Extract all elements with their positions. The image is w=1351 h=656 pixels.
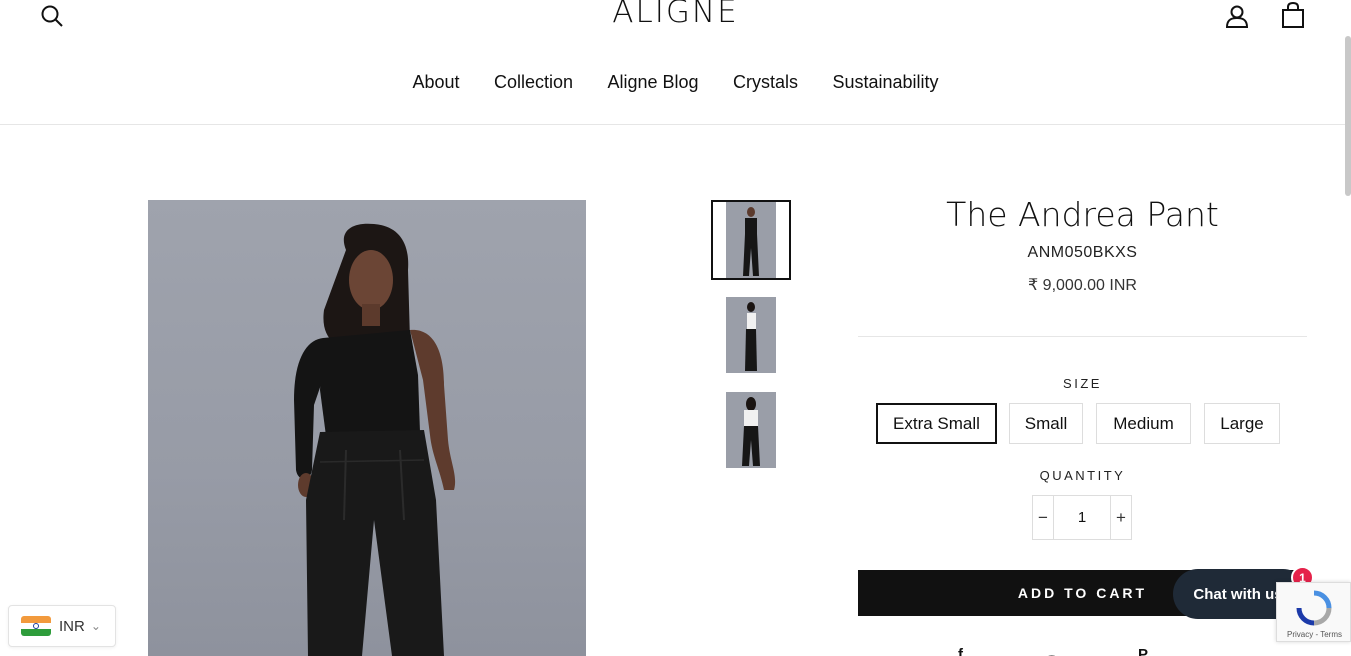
nav-item-sustainability[interactable]: Sustainability xyxy=(832,72,938,93)
divider xyxy=(858,336,1307,337)
nav-item-about[interactable]: About xyxy=(412,72,459,93)
size-option-medium[interactable]: Medium xyxy=(1096,403,1191,444)
thumbnail-3[interactable] xyxy=(726,392,776,468)
quantity-input[interactable] xyxy=(1054,496,1110,539)
quantity-minus-button[interactable]: − xyxy=(1033,496,1054,539)
thumbnail-1-active[interactable] xyxy=(711,200,791,280)
size-option-large[interactable]: Large xyxy=(1204,403,1280,444)
cart-icon xyxy=(1282,1,1304,28)
size-option-small[interactable]: Small xyxy=(1009,403,1083,444)
chevron-down-icon: ⌄ xyxy=(90,619,101,633)
recaptcha-icon xyxy=(1296,590,1332,626)
size-option-extra-small[interactable]: Extra Small xyxy=(876,403,997,444)
account-button[interactable] xyxy=(1225,4,1249,28)
india-flag-icon xyxy=(21,616,51,636)
account-icon xyxy=(1225,5,1249,28)
site-logo[interactable]: ALIGNE xyxy=(0,0,1351,30)
product-price: ₹ 9,000.00 INR xyxy=(1028,277,1137,294)
nav-item-aligne-blog[interactable]: Aligne Blog xyxy=(607,72,698,93)
product-title: The Andrea Pant xyxy=(946,195,1219,234)
recaptcha-badge[interactable]: Privacy - Terms xyxy=(1276,582,1351,642)
site-header: ALIGNE About Collection Aligne Blog Crys… xyxy=(0,0,1351,125)
facebook-share-icon[interactable]: f xyxy=(958,646,963,656)
thumbnail-2[interactable] xyxy=(726,297,776,373)
thumbnail-image-front xyxy=(726,202,776,278)
nav-item-collection[interactable]: Collection xyxy=(494,72,573,93)
quantity-label: QUANTITY xyxy=(1039,468,1126,483)
product-info: The Andrea Pant ANM050BKXS ₹ 9,000.00 IN… xyxy=(858,195,1307,295)
main-nav: About Collection Aligne Blog Crystals Su… xyxy=(0,72,1351,93)
twitter-share-icon[interactable] xyxy=(1040,650,1062,656)
nav-item-crystals[interactable]: Crystals xyxy=(733,72,798,93)
cart-button[interactable] xyxy=(1281,1,1305,28)
quantity-stepper: − + xyxy=(1032,495,1132,540)
product-sku: ANM050BKXS xyxy=(1027,244,1138,261)
thumbnail-image-side xyxy=(745,302,757,371)
model-figure-image xyxy=(294,223,456,656)
product-main-image[interactable] xyxy=(148,200,586,656)
currency-selector[interactable]: INR ⌄ xyxy=(8,605,116,647)
pinterest-share-icon[interactable]: P xyxy=(1138,646,1148,656)
quantity-plus-button[interactable]: + xyxy=(1110,496,1131,539)
thumbnail-image-back xyxy=(742,397,760,466)
page-scrollbar[interactable] xyxy=(1345,36,1351,196)
size-label: SIZE xyxy=(1063,376,1102,391)
recaptcha-terms[interactable]: Privacy - Terms xyxy=(1277,630,1350,639)
currency-code: INR xyxy=(59,617,85,635)
